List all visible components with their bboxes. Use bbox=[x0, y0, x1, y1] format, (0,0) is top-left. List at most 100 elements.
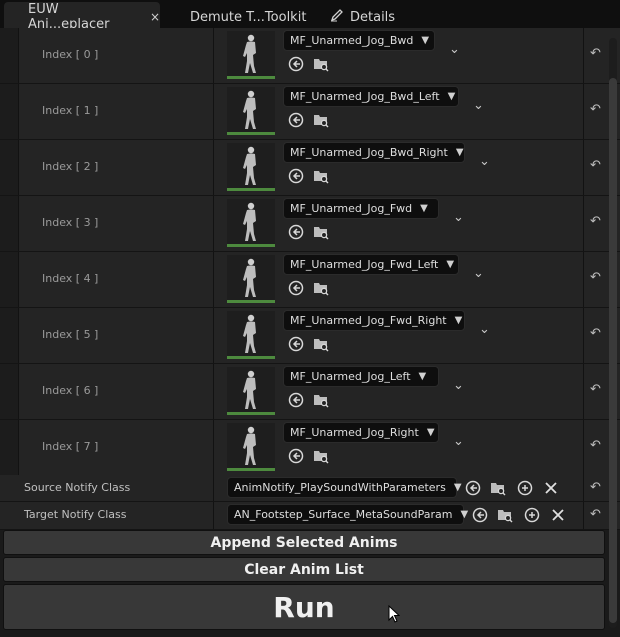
folder-search-icon[interactable] bbox=[312, 335, 330, 353]
anim-thumbnail[interactable] bbox=[227, 143, 275, 191]
arrow-left-circle-icon[interactable] bbox=[287, 111, 305, 129]
anim-thumbnail[interactable] bbox=[227, 423, 275, 471]
folder-search-icon[interactable] bbox=[312, 391, 330, 409]
arrow-left-circle-icon[interactable] bbox=[287, 279, 305, 297]
anim-thumbnail[interactable] bbox=[227, 31, 275, 79]
chevron-down-icon[interactable]: ⌄ bbox=[473, 98, 484, 113]
anim-thumbnail[interactable] bbox=[227, 255, 275, 303]
scrollbar[interactable] bbox=[609, 38, 617, 628]
character-icon bbox=[243, 146, 256, 185]
anim-asset-name: MF_Unarmed_Jog_Fwd_Left bbox=[290, 258, 439, 271]
anim-asset-combo[interactable]: MF_Unarmed_Jog_Bwd_Right ▼ bbox=[283, 142, 465, 163]
plus-circle-icon[interactable] bbox=[523, 506, 541, 524]
anim-asset-combo[interactable]: MF_Unarmed_Jog_Fwd_Right ▼ bbox=[283, 310, 465, 331]
index-label: Index [ 7 ] bbox=[42, 440, 99, 453]
row-gutter bbox=[0, 140, 19, 195]
anim-asset-combo[interactable]: MF_Unarmed_Jog_Left ▼ bbox=[283, 366, 439, 387]
chevron-down-icon[interactable]: ⌄ bbox=[449, 42, 460, 57]
index-label: Index [ 1 ] bbox=[42, 104, 99, 117]
anim-asset-name: MF_Unarmed_Jog_Fwd_Right bbox=[290, 314, 447, 327]
character-icon bbox=[243, 258, 256, 297]
anim-row: Index [ 2 ] MF_Unarmed_Jog_Bwd_Right ▼ ⌄ ↶ bbox=[0, 140, 620, 196]
reset-arrow-icon[interactable]: ↶ bbox=[590, 480, 601, 495]
reset-arrow-icon[interactable]: ↶ bbox=[590, 102, 601, 117]
anim-row: Index [ 5 ] MF_Unarmed_Jog_Fwd_Right ▼ ⌄ ↶ bbox=[0, 308, 620, 364]
chevron-down-icon: ▼ bbox=[421, 35, 430, 46]
tab-label: Details bbox=[350, 9, 396, 25]
folder-search-icon[interactable] bbox=[312, 111, 330, 129]
folder-search-icon[interactable] bbox=[312, 223, 330, 241]
anim-thumbnail[interactable] bbox=[227, 311, 275, 359]
reset-arrow-icon[interactable]: ↶ bbox=[590, 158, 601, 173]
chevron-down-icon[interactable]: ⌄ bbox=[453, 378, 464, 393]
anim-thumbnail[interactable] bbox=[227, 87, 275, 135]
reset-arrow-icon[interactable]: ↶ bbox=[590, 507, 601, 522]
tab-label: Demute T...Toolkit bbox=[190, 9, 307, 25]
index-label: Index [ 4 ] bbox=[42, 272, 99, 285]
clear-anim-list-button[interactable]: Clear Anim List bbox=[3, 557, 605, 582]
x-icon[interactable] bbox=[549, 506, 567, 524]
chevron-down-icon[interactable]: ⌄ bbox=[479, 154, 490, 169]
reset-arrow-icon[interactable]: ↶ bbox=[590, 270, 601, 285]
plus-circle-icon[interactable] bbox=[516, 479, 534, 497]
reset-arrow-icon[interactable]: ↶ bbox=[590, 326, 601, 341]
scrollbar-thumb[interactable] bbox=[609, 78, 617, 623]
anim-asset-name: MF_Unarmed_Jog_Bwd_Right bbox=[290, 146, 448, 159]
append-button-label: Append Selected Anims bbox=[210, 534, 398, 551]
anim-row: Index [ 0 ] MF_Unarmed_Jog_Bwd ▼ ⌄ ↶ bbox=[0, 28, 620, 84]
character-icon bbox=[243, 426, 256, 465]
character-icon bbox=[243, 314, 256, 353]
anim-asset-combo[interactable]: MF_Unarmed_Jog_Fwd_Left ▼ bbox=[283, 254, 459, 275]
arrow-left-circle-icon[interactable] bbox=[471, 506, 489, 524]
folder-search-icon[interactable] bbox=[312, 167, 330, 185]
run-button[interactable]: Run bbox=[3, 584, 605, 630]
anim-asset-name: MF_Unarmed_Jog_Bwd bbox=[290, 34, 414, 47]
anim-asset-combo[interactable]: MF_Unarmed_Jog_Fwd ▼ bbox=[283, 198, 439, 219]
append-selected-anims-button[interactable]: Append Selected Anims bbox=[3, 530, 605, 555]
arrow-left-circle-icon[interactable] bbox=[287, 335, 305, 353]
anim-asset-name: MF_Unarmed_Jog_Left bbox=[290, 370, 411, 383]
reset-arrow-icon[interactable]: ↶ bbox=[590, 438, 601, 453]
character-icon bbox=[243, 34, 256, 73]
arrow-left-circle-icon[interactable] bbox=[287, 167, 305, 185]
anim-row: Index [ 4 ] MF_Unarmed_Jog_Fwd_Left ▼ ⌄ ↶ bbox=[0, 252, 620, 308]
anim-asset-name: MF_Unarmed_Jog_Bwd_Left bbox=[290, 90, 440, 103]
folder-search-icon[interactable] bbox=[312, 279, 330, 297]
folder-search-icon[interactable] bbox=[312, 55, 330, 73]
folder-search-icon[interactable] bbox=[496, 506, 514, 524]
row-gutter bbox=[0, 84, 19, 139]
chevron-down-icon: ▼ bbox=[418, 371, 427, 382]
arrow-left-circle-icon[interactable] bbox=[287, 223, 305, 241]
arrow-left-circle-icon[interactable] bbox=[287, 391, 305, 409]
target-notify-row: Target Notify Class AN_Footstep_Surface_… bbox=[0, 502, 620, 530]
row-gutter bbox=[0, 308, 19, 363]
anim-row: Index [ 3 ] MF_Unarmed_Jog_Fwd ▼ ⌄ ↶ bbox=[0, 196, 620, 252]
arrow-left-circle-icon[interactable] bbox=[464, 479, 482, 497]
folder-search-icon[interactable] bbox=[489, 479, 507, 497]
arrow-left-circle-icon[interactable] bbox=[287, 447, 305, 465]
index-label: Index [ 6 ] bbox=[42, 384, 99, 397]
arrow-left-circle-icon[interactable] bbox=[287, 55, 305, 73]
source-notify-combo[interactable]: AnimNotify_PlaySoundWithParameters ▼ bbox=[227, 477, 462, 498]
chevron-down-icon[interactable]: ⌄ bbox=[453, 434, 464, 449]
chevron-down-icon: ▼ bbox=[455, 147, 464, 158]
chevron-down-icon[interactable]: ⌄ bbox=[453, 210, 464, 225]
anim-asset-combo[interactable]: MF_Unarmed_Jog_Bwd_Left ▼ bbox=[283, 86, 459, 107]
anim-thumbnail[interactable] bbox=[227, 199, 275, 247]
x-icon[interactable] bbox=[542, 479, 560, 497]
reset-arrow-icon[interactable]: ↶ bbox=[590, 46, 601, 61]
row-gutter bbox=[0, 252, 19, 307]
chevron-down-icon[interactable]: ⌄ bbox=[479, 322, 490, 337]
anim-asset-combo[interactable]: MF_Unarmed_Jog_Bwd ▼ bbox=[283, 30, 435, 51]
run-button-label: Run bbox=[273, 590, 335, 624]
reset-arrow-icon[interactable]: ↶ bbox=[590, 214, 601, 229]
target-notify-combo[interactable]: AN_Footstep_Surface_MetaSoundParam ▼ bbox=[227, 504, 468, 525]
anim-asset-combo[interactable]: MF_Unarmed_Jog_Right ▼ bbox=[283, 422, 439, 443]
folder-search-icon[interactable] bbox=[312, 447, 330, 465]
reset-arrow-icon[interactable]: ↶ bbox=[590, 382, 601, 397]
close-icon[interactable]: × bbox=[150, 10, 160, 24]
chevron-down-icon: ▼ bbox=[446, 259, 455, 270]
chevron-down-icon[interactable]: ⌄ bbox=[473, 266, 484, 281]
chevron-down-icon: ▼ bbox=[454, 315, 463, 326]
anim-thumbnail[interactable] bbox=[227, 367, 275, 415]
